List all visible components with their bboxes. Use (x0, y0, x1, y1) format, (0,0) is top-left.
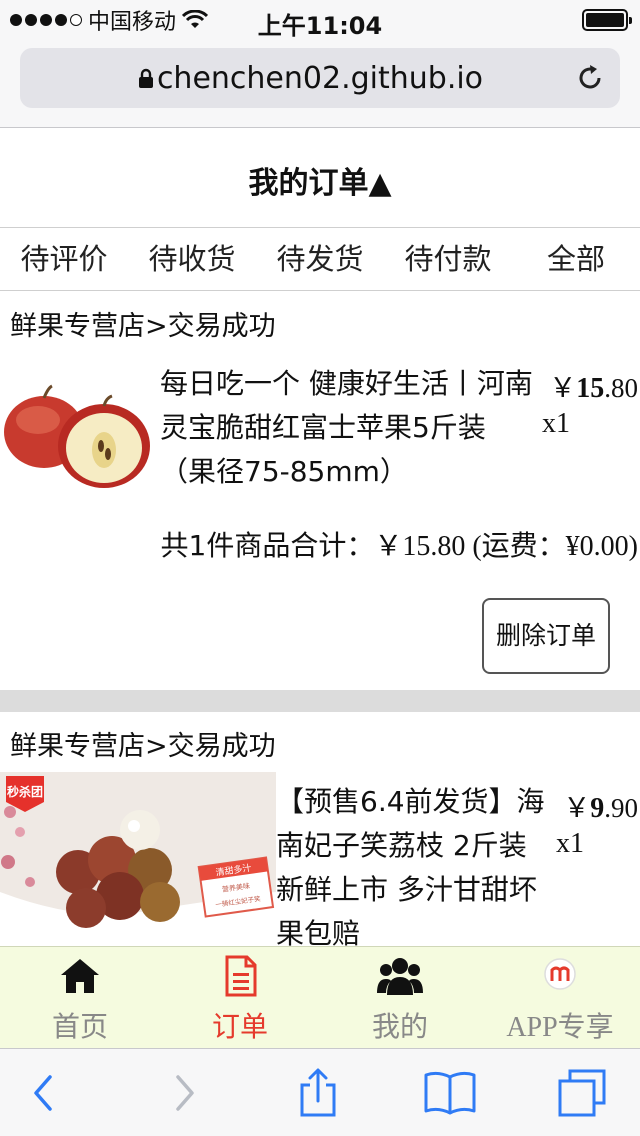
flash-sale-badge: 秒杀团 (7, 784, 43, 799)
home-icon (61, 959, 99, 993)
tab-pending-shipment[interactable]: 待发货 (256, 229, 384, 290)
apple-product-image[interactable] (0, 350, 158, 510)
url-text: chenchen02.github.io (156, 61, 484, 96)
tab-all[interactable]: 全部 (512, 229, 640, 290)
status-bar: 中国移动 上午11:04 (0, 0, 640, 40)
order-status-tabs: 待评价 待收货 待发货 待付款 全部 (0, 229, 640, 291)
clock: 上午11:04 (257, 12, 383, 40)
bookmarks-icon[interactable] (422, 1067, 478, 1119)
reload-icon[interactable] (574, 62, 606, 94)
product-name[interactable]: 每日吃一个 健康好生活丨河南灵宝脆甜红富士苹果5斤装（果径75-85mm） (160, 362, 540, 494)
browser-toolbar (0, 1048, 640, 1136)
shop-status[interactable]: 鲜果专营店>交易成功 (10, 304, 276, 343)
tabs-icon[interactable] (554, 1067, 610, 1119)
nav-label: 首页 (51, 1010, 108, 1043)
page-title[interactable]: 我的订单▲ (0, 158, 640, 202)
order-divider (0, 690, 640, 712)
product-price: ￥15.80 (549, 373, 638, 404)
browser-address-area: chenchen02.github.io (0, 40, 640, 128)
shop-status[interactable]: 鲜果专营店>交易成功 (10, 724, 276, 763)
nav-item-orders[interactable]: 订单 (160, 947, 320, 1048)
order-card: 鲜果专营店>交易成功 每日吃一个 健康好生活丨河南灵宝脆甜红富士苹果5斤装（果径… (0, 292, 640, 690)
battery-icon (582, 9, 632, 31)
nav-item-app-exclusive[interactable]: APP专享 (480, 947, 640, 1048)
users-icon (377, 958, 423, 995)
order-card: 鲜果专营店>交易成功 清甜多汁 营养美味 一骑红尘妃子笑 秒杀团 【预售6.4前… (0, 712, 640, 952)
forward-icon[interactable] (156, 1067, 212, 1119)
page-header: 我的订单▲ (0, 128, 640, 228)
nav-label: 订单 (211, 1010, 268, 1043)
document-icon (225, 955, 257, 997)
lychee-product-image[interactable]: 清甜多汁 营养美味 一骑红尘妃子笑 秒杀团 (0, 772, 276, 944)
share-icon[interactable] (290, 1067, 346, 1119)
order-summary: 共1件商品合计：￥15.80 (运费：¥0.00) (160, 529, 638, 562)
back-icon[interactable] (16, 1067, 72, 1119)
address-bar[interactable]: chenchen02.github.io (20, 48, 620, 108)
product-quantity: x1 (542, 408, 570, 439)
nav-item-home[interactable]: 首页 (0, 947, 160, 1048)
tab-pending-receipt[interactable]: 待收货 (128, 229, 256, 290)
nav-label: APP专享 (506, 1012, 614, 1043)
product-price: ￥9.90 (563, 793, 638, 824)
bottom-navigation: 首页 订单 我的 APP专享 (0, 946, 640, 1048)
product-quantity: x1 (556, 828, 584, 859)
product-name[interactable]: 【预售6.4前发货】海南妃子笑荔枝 2斤装 新鲜上市 多汁甘甜坏果包赔 (276, 780, 548, 956)
delete-order-button[interactable]: 删除订单 (482, 598, 610, 674)
app-logo-icon (544, 958, 576, 990)
nav-label: 我的 (371, 1010, 428, 1043)
tab-pending-review[interactable]: 待评价 (0, 229, 128, 290)
nav-item-me[interactable]: 我的 (320, 947, 480, 1048)
tab-pending-payment[interactable]: 待付款 (384, 229, 512, 290)
